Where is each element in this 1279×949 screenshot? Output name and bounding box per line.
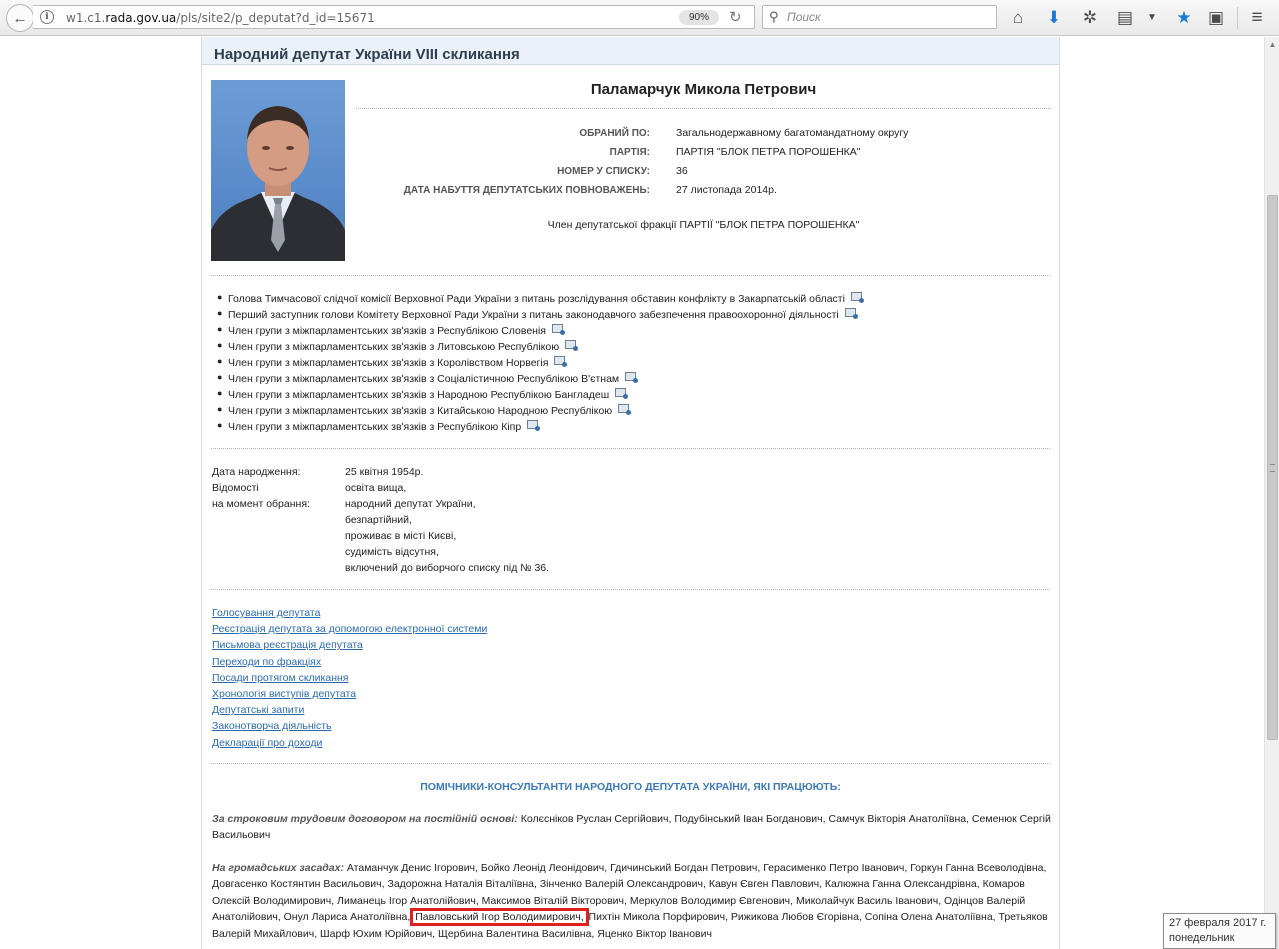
extensions-icon[interactable]: ✲ xyxy=(1079,7,1101,29)
deputy-portrait xyxy=(211,106,345,261)
post-item: ● Член групи з міжпарламентських зв'язків… xyxy=(214,372,862,388)
home-icon[interactable]: ⌂ xyxy=(1007,7,1029,29)
url-text[interactable]: w1.c1.rada.gov.ua/pls/site2/p_deputat?d_… xyxy=(66,11,375,25)
link-written-registration[interactable]: Письмова реєстрація депутата xyxy=(212,639,487,655)
link-declarations[interactable]: Декларації про доходи xyxy=(212,737,487,753)
back-arrow-icon: ← xyxy=(12,9,28,27)
info-label-list-number: НОМЕР У СПИСКУ: xyxy=(557,166,650,177)
reader-icon[interactable]: ▤ xyxy=(1114,7,1136,29)
post-details-icon[interactable] xyxy=(625,372,639,383)
info-label-party: ПАРТІЯ: xyxy=(609,147,650,158)
bio-info-label: на момент обрання: xyxy=(212,498,310,510)
system-date-tooltip: 27 февраля 2017 г. понедельник xyxy=(1163,913,1276,949)
link-voting[interactable]: Голосування депутата xyxy=(212,607,487,623)
deputy-links: Голосування депутата Реєстрація депутата… xyxy=(212,607,487,753)
hamburger-menu-icon[interactable]: ≡ xyxy=(1246,7,1268,29)
info-value-elected: Загальнодержавному багатомандатному окру… xyxy=(676,127,909,139)
browser-toolbar: ← i w1.c1.rada.gov.ua/pls/site2/p_deputa… xyxy=(0,0,1279,36)
post-item: ● Член групи з міжпарламентських зв'язків… xyxy=(214,388,862,404)
scroll-grip-icon xyxy=(1270,464,1275,472)
info-value-list-number: 36 xyxy=(676,165,688,177)
deputy-name: Паламарчук Микола Петрович xyxy=(590,81,817,98)
bookmark-star-icon[interactable]: ★ xyxy=(1173,7,1195,29)
post-item: ● Член групи з міжпарламентських зв'язків… xyxy=(214,420,862,436)
bio-line: освіта вища, xyxy=(345,482,407,494)
posts-list: ● Голова Тимчасової слідчої комісії Верхо… xyxy=(214,292,864,436)
assistants-title: ПОМІЧНИКИ-КОНСУЛЬТАНТИ НАРОДНОГО ДЕПУТАТ… xyxy=(420,781,841,793)
info-value-mandate-date: 27 листопада 2014р. xyxy=(676,184,777,196)
post-item: ● Член групи з міжпарламентських зв'язків… xyxy=(214,404,862,420)
highlighted-assistant: Павловський Ігор Володимирович, xyxy=(410,908,589,927)
deputy-photo xyxy=(211,80,345,261)
post-details-icon[interactable] xyxy=(552,324,565,335)
contract-lead: За строковим трудовим договором на пості… xyxy=(212,813,518,825)
reload-icon[interactable]: ↻ xyxy=(729,8,742,26)
search-field[interactable]: ⚲ Поиск xyxy=(762,5,997,29)
link-e-registration[interactable]: Реєстрація депутата за допомогою електро… xyxy=(212,623,487,639)
link-inquiries[interactable]: Депутатські запити xyxy=(212,704,487,720)
volunteer-lead: На громадських засадах: xyxy=(212,862,344,874)
contract-assistants: За строковим трудовим договором на пості… xyxy=(212,811,1052,844)
post-details-icon[interactable] xyxy=(844,308,858,319)
scroll-thumb[interactable] xyxy=(1267,195,1278,740)
link-positions[interactable]: Посади протягом скликання xyxy=(212,672,487,688)
link-faction-changes[interactable]: Переходи по фракціях xyxy=(212,656,487,672)
post-details-icon[interactable] xyxy=(615,388,629,399)
page-title: Народний депутат України VIII скликання xyxy=(214,46,520,63)
page-header: Народний депутат України VIII скликання xyxy=(202,37,1059,65)
bio-line: безпартійний, xyxy=(345,514,412,526)
clipboard-icon[interactable]: ▣ xyxy=(1205,7,1227,29)
bio-line: включений до виборчого списку під № 36. xyxy=(345,562,550,574)
divider xyxy=(211,589,1050,590)
link-legislation[interactable]: Законотворча діяльність xyxy=(212,720,487,736)
link-speeches[interactable]: Хронологія виступів депутата xyxy=(212,688,487,704)
zoom-level-badge[interactable]: 90% xyxy=(679,10,719,25)
volunteer-assistants: На громадських засадах: Атаманчук Денис … xyxy=(212,860,1052,942)
download-icon[interactable]: ⬇ xyxy=(1043,7,1065,29)
menu-dropdown-icon[interactable]: ▼ xyxy=(1141,7,1163,29)
divider xyxy=(211,448,1050,449)
bio-info-label: Відомості xyxy=(212,482,259,494)
post-item: ● Перший заступник голови Комітету Верхов… xyxy=(214,308,862,324)
info-label-elected: ОБРАНИЙ ПО: xyxy=(579,128,650,139)
toolbar-separator xyxy=(1237,7,1238,29)
bio-line: проживає в місті Києві, xyxy=(345,530,457,542)
tooltip-weekday: понедельник xyxy=(1169,932,1235,944)
site-info-icon[interactable]: i xyxy=(40,10,54,24)
vertical-scrollbar[interactable]: ▲ ▼ xyxy=(1264,37,1279,949)
post-item: ● Член групи з міжпарламентських зв'язків… xyxy=(214,324,862,340)
post-item: ● Голова Тимчасової слідчої комісії Верхо… xyxy=(214,292,864,308)
post-item: ● Член групи з міжпарламентських зв'язків… xyxy=(214,356,862,372)
post-details-icon[interactable] xyxy=(554,356,568,367)
deputy-page: Народний депутат України VIII скликання … xyxy=(201,37,1060,949)
divider xyxy=(356,108,1051,109)
search-placeholder: Поиск xyxy=(787,10,821,24)
birth-date-label: Дата народження: xyxy=(212,466,301,478)
info-value-party: ПАРТІЯ "БЛОК ПЕТРА ПОРОШЕНКА" xyxy=(676,146,861,158)
faction-membership: Член депутатської фракції ПАРТІЇ "БЛОК П… xyxy=(547,219,860,231)
post-details-icon[interactable] xyxy=(850,292,864,303)
search-icon: ⚲ xyxy=(769,9,779,24)
post-details-icon[interactable] xyxy=(565,340,579,351)
bio-line: народний депутат України, xyxy=(345,498,476,510)
bio-line: судимість відсутня, xyxy=(345,546,439,558)
divider xyxy=(211,763,1050,764)
tooltip-date: 27 февраля 2017 г. xyxy=(1169,917,1267,929)
back-button[interactable]: ← xyxy=(6,4,34,32)
birth-date-value: 25 квітня 1954р. xyxy=(345,466,424,478)
post-details-icon[interactable] xyxy=(527,420,541,431)
post-details-icon[interactable] xyxy=(618,404,632,415)
post-item: ● Член групи з міжпарламентських зв'язків… xyxy=(214,340,862,356)
address-bar[interactable]: i w1.c1.rada.gov.ua/pls/site2/p_deputat?… xyxy=(33,5,755,29)
info-label-mandate-date: ДАТА НАБУТТЯ ДЕПУТАТСЬКИХ ПОВНОВАЖЕНЬ: xyxy=(403,185,650,196)
scroll-up-arrow-icon[interactable]: ▲ xyxy=(1265,37,1279,52)
divider xyxy=(211,275,1050,276)
